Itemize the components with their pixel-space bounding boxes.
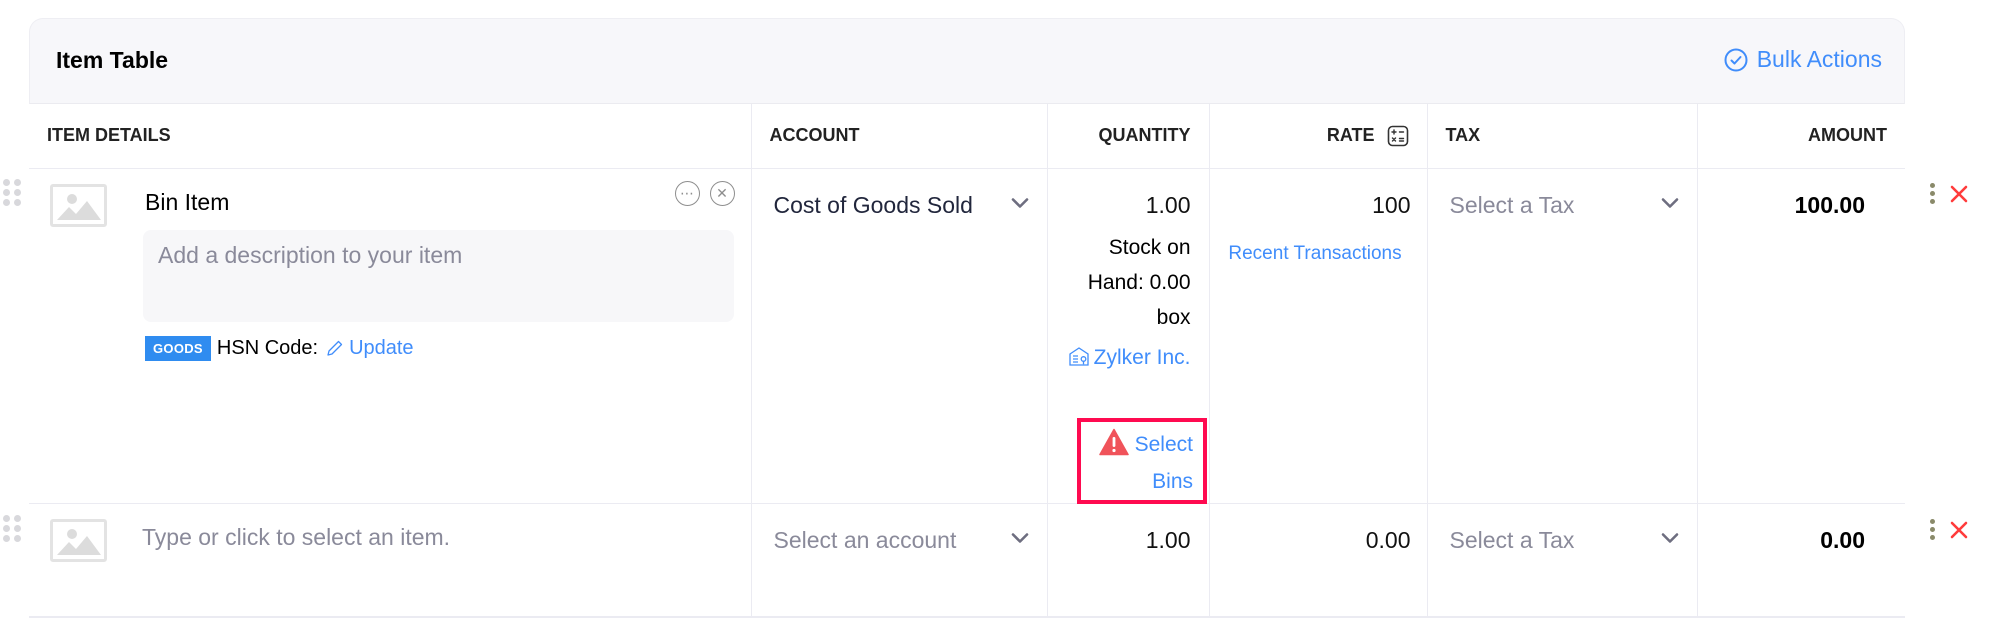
rate-header-label: RATE — [1326, 125, 1375, 146]
quantity-input[interactable]: 1.00 — [1058, 187, 1191, 224]
delete-row-icon[interactable] — [1949, 184, 1969, 204]
image-placeholder-icon[interactable] — [50, 518, 107, 562]
column-header-item-details: ITEM DETAILS — [29, 104, 751, 169]
bulk-actions-button[interactable]: Bulk Actions — [1724, 46, 1882, 73]
tax-cell: Select a Tax — [1426, 168, 1697, 504]
item-description-input[interactable]: Add a description to your item — [143, 229, 734, 322]
image-placeholder-icon[interactable] — [50, 183, 107, 227]
rate-cell: 100 Recent Transactions — [1208, 168, 1427, 504]
row-options-icon[interactable] — [1930, 183, 1935, 204]
rate-input[interactable]: 0.00 — [1220, 522, 1411, 559]
hsn-code-row: GOODS HSN Code: Update — [145, 335, 414, 361]
item-select-input[interactable]: Type or click to select an item. — [142, 524, 450, 551]
chevron-down-icon[interactable] — [1661, 532, 1679, 544]
tax-select[interactable]: Select a Tax — [1428, 169, 1697, 224]
warehouse-link[interactable]: Zylker Inc. — [1058, 339, 1191, 377]
amount-cell: 100.00 — [1696, 168, 1905, 504]
warehouse-icon — [1068, 346, 1089, 366]
check-circle-icon — [1724, 48, 1748, 71]
row-tools — [1930, 183, 1969, 204]
amount-cell: 0.00 — [1696, 503, 1905, 618]
stock-on-hand: Stock on Hand: 0.00 box — [1087, 235, 1191, 329]
column-header-tax: TAX — [1426, 104, 1697, 169]
recent-transactions-link[interactable]: Recent Transactions — [1220, 243, 1411, 265]
tax-cell: Select a Tax — [1426, 503, 1697, 618]
item-table: ITEM DETAILS ACCOUNT QUANTITY RATE TAX A… — [29, 104, 1905, 618]
rate-input[interactable]: 100 — [1220, 187, 1410, 224]
update-label: Update — [349, 336, 414, 359]
bulk-actions-label: Bulk Actions — [1756, 46, 1882, 72]
delete-row-icon[interactable] — [1949, 520, 1969, 540]
account-select[interactable]: Cost of Goods Sold — [752, 169, 1047, 224]
drag-handle[interactable] — [3, 179, 23, 206]
account-value: Cost of Goods Sold — [773, 191, 973, 218]
quantity-input[interactable]: 1.00 — [1058, 522, 1191, 559]
rate-cell: 0.00 — [1208, 503, 1427, 618]
tax-placeholder: Select a Tax — [1449, 191, 1575, 218]
row-options-icon[interactable] — [1930, 519, 1935, 540]
quantity-cell: 1.00 — [1046, 503, 1209, 618]
item-details-cell: Bin Item ⋯ ✕ Add a description to your i… — [29, 168, 751, 504]
item-name[interactable]: Bin Item — [145, 189, 229, 216]
select-bins-label: Select Bins — [1134, 433, 1193, 493]
account-cell: Select an account — [750, 503, 1047, 618]
row-tools — [1930, 519, 1969, 540]
table-header-row: ITEM DETAILS ACCOUNT QUANTITY RATE TAX A… — [29, 104, 1905, 169]
hsn-update-link[interactable]: Update — [326, 337, 414, 360]
item-details-cell: Type or click to select an item. — [29, 503, 751, 618]
drag-handle[interactable] — [3, 515, 23, 542]
select-bins-link[interactable]: Select Bins — [1077, 418, 1207, 504]
tax-placeholder: Select a Tax — [1449, 526, 1575, 553]
item-table-title: Item Table — [56, 47, 169, 73]
item-table-header: Item Table Bulk Actions — [29, 18, 1905, 104]
account-placeholder: Select an account — [773, 526, 957, 553]
tax-select[interactable]: Select a Tax — [1428, 504, 1697, 559]
table-row: Type or click to select an item. Select … — [29, 503, 1905, 618]
clear-item-icon[interactable]: ✕ — [709, 180, 735, 206]
column-header-account: ACCOUNT — [750, 104, 1047, 169]
chevron-down-icon[interactable] — [1011, 532, 1029, 544]
warehouse-name: Zylker Inc. — [1093, 345, 1191, 369]
chevron-down-icon[interactable] — [1011, 197, 1029, 209]
column-header-amount: AMOUNT — [1696, 104, 1905, 169]
goods-badge: GOODS — [145, 335, 211, 361]
chevron-down-icon[interactable] — [1661, 197, 1679, 209]
account-cell: Cost of Goods Sold — [750, 168, 1047, 504]
calculator-icon[interactable] — [1387, 125, 1409, 147]
column-header-quantity: QUANTITY — [1046, 104, 1209, 169]
more-options-icon[interactable]: ⋯ — [674, 180, 700, 206]
account-select[interactable]: Select an account — [752, 504, 1047, 559]
pencil-icon — [327, 340, 343, 356]
column-header-rate: RATE — [1208, 104, 1427, 169]
table-row: Bin Item ⋯ ✕ Add a description to your i… — [29, 168, 1905, 504]
hsn-code-label: HSN Code: — [216, 336, 319, 359]
warning-icon — [1098, 428, 1129, 456]
